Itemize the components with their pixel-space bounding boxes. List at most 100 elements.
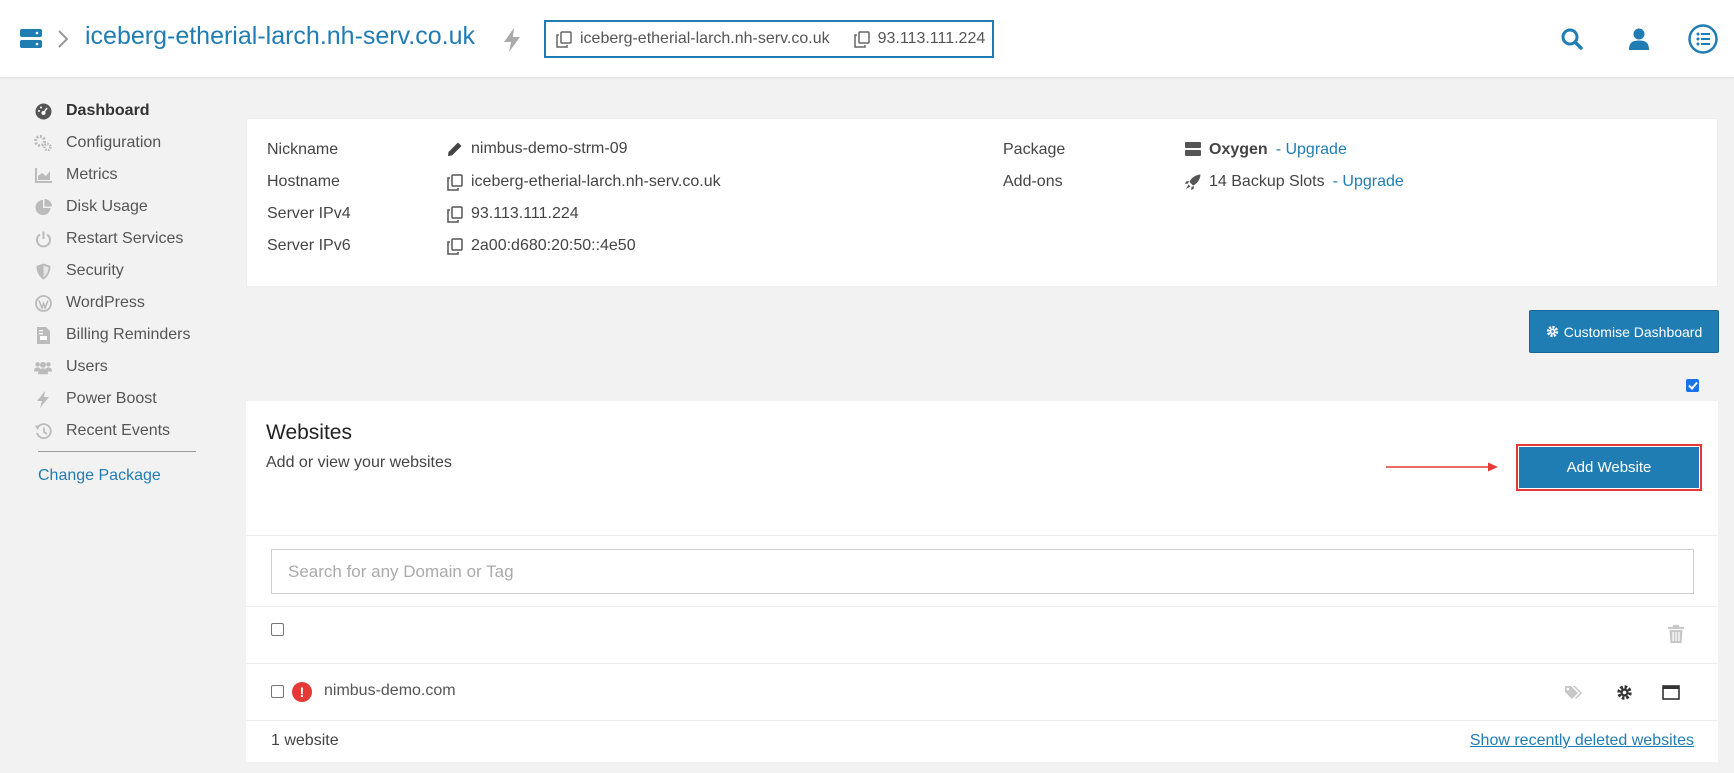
account-button[interactable] [1624, 24, 1654, 54]
package-value: Oxygen - Upgrade [1185, 139, 1347, 161]
show-deleted-websites-link[interactable]: Show recently deleted websites [1470, 732, 1694, 750]
websites-card: Websites Add or view your websites Add W… [246, 401, 1718, 762]
server-address-box: iceberg-etherial-larch.nh-serv.co.uk 93.… [544, 20, 994, 58]
search-icon [1561, 28, 1583, 50]
bolt-icon[interactable] [502, 28, 522, 52]
addons-value: 14 Backup Slots - Upgrade [1185, 171, 1404, 193]
top-bar: iceberg-etherial-larch.nh-serv.co.uk ice… [0, 0, 1734, 78]
sidebar-item-disk-usage[interactable]: Disk Usage [34, 193, 148, 221]
divider [246, 720, 1718, 721]
websites-title: Websites [266, 421, 352, 444]
customise-dashboard-label: Customise Dashboard [1563, 323, 1703, 340]
sidebar-item-configuration[interactable]: Configuration [34, 129, 161, 157]
invoice-icon [34, 326, 52, 344]
copy-icon[interactable] [447, 174, 463, 191]
server-icon [1185, 142, 1201, 158]
sidebar-item-label: Users [66, 358, 108, 375]
list-icon [1688, 24, 1718, 54]
sidebar-item-label: Recent Events [66, 422, 171, 439]
tags-icon [1565, 685, 1582, 699]
change-package-link[interactable]: Change Package [38, 467, 161, 485]
sidebar-item-label: Power Boost [66, 390, 157, 407]
website-settings-button[interactable] [1614, 682, 1634, 702]
copy-icon[interactable] [556, 30, 572, 48]
website-count: 1 website [271, 732, 339, 749]
check-icon [1687, 381, 1698, 390]
wordpress-icon [34, 294, 52, 312]
sidebar-item-label: Dashboard [66, 102, 150, 119]
sidebar-item-wordpress[interactable]: WordPress [34, 289, 145, 317]
bolt-icon [34, 390, 52, 408]
history-icon [34, 422, 52, 440]
select-all-checkbox[interactable] [271, 623, 284, 636]
website-row-checkbox[interactable] [271, 685, 284, 698]
customise-dashboard-button[interactable]: Customise Dashboard [1529, 310, 1719, 353]
divider [246, 535, 1718, 536]
addons-label: Add-ons [1003, 173, 1063, 190]
hostname-value: iceberg-etherial-larch.nh-serv.co.uk [447, 171, 721, 193]
gear-icon [1616, 684, 1632, 700]
sidebar-item-label: Billing Reminders [66, 326, 191, 343]
sidebar-divider [38, 451, 196, 452]
pie-icon [34, 198, 52, 216]
copy-icon[interactable] [447, 206, 463, 223]
nickname-label: Nickname [267, 141, 339, 158]
add-website-button[interactable]: Add Website [1519, 447, 1699, 488]
sidebar-item-recent-events[interactable]: Recent Events [34, 417, 170, 445]
copy-icon[interactable] [853, 30, 870, 48]
divider [246, 606, 1718, 607]
sidebar-item-label: Security [66, 262, 124, 279]
sidebar-item-label: Disk Usage [66, 198, 148, 215]
search-button[interactable] [1557, 24, 1587, 54]
sidebar-item-label: WordPress [66, 294, 145, 311]
sidebar-item-billing-reminders[interactable]: Billing Reminders [34, 321, 191, 349]
ipv6-value: 2a00:d680:20:50::4e50 [447, 235, 636, 257]
hostname-label: Hostname [267, 173, 340, 190]
gear-icon [1546, 325, 1558, 338]
header-hostname: iceberg-etherial-larch.nh-serv.co.uk [580, 30, 830, 47]
open-window-button[interactable] [1661, 682, 1681, 702]
server-info-card: Nickname nimbus-demo-strm-09 Hostname ic… [246, 118, 1718, 287]
sidebar-item-metrics[interactable]: Metrics [34, 161, 118, 189]
nickname-value[interactable]: nimbus-demo-strm-09 [447, 138, 627, 160]
dashboard-icon [34, 102, 52, 120]
ipv4-label: Server IPv4 [267, 205, 351, 222]
sidebar-item-security[interactable]: Security [34, 257, 124, 285]
sidebar-item-dashboard[interactable]: Dashboard [34, 97, 150, 125]
addons-upgrade-link[interactable]: - Upgrade [1333, 173, 1404, 191]
sidebar-item-label: Restart Services [66, 230, 184, 247]
package-label: Package [1003, 141, 1066, 158]
dashboard-widget-checkbox[interactable] [1686, 379, 1699, 392]
shield-icon [34, 262, 52, 280]
rocket-icon [1185, 174, 1201, 190]
sidebar-item-users[interactable]: Users [34, 353, 108, 381]
chevron-right-icon [58, 30, 69, 48]
window-icon [1662, 684, 1680, 700]
server-title[interactable]: iceberg-etherial-larch.nh-serv.co.uk [85, 22, 475, 51]
package-name: Oxygen [1209, 141, 1268, 158]
sidebar-item-power-boost[interactable]: Power Boost [34, 385, 157, 413]
warning-badge[interactable]: ! [292, 682, 312, 702]
addons-name: 14 Backup Slots [1209, 173, 1325, 190]
copy-icon[interactable] [447, 238, 463, 255]
ipv6-label: Server IPv6 [267, 237, 351, 254]
package-upgrade-link[interactable]: - Upgrade [1276, 141, 1347, 159]
domain-search-input[interactable] [271, 549, 1694, 594]
ipv4-value: 93.113.111.224 [447, 203, 579, 225]
sidebar-item-label: Metrics [66, 166, 118, 183]
power-icon [34, 230, 52, 248]
websites-subtitle: Add or view your websites [266, 454, 452, 471]
chart-icon [34, 166, 52, 184]
trash-icon[interactable] [1668, 625, 1684, 643]
server-icon[interactable] [20, 29, 42, 49]
pointer-arrow [1386, 462, 1498, 472]
divider [246, 663, 1718, 664]
tags-button[interactable] [1564, 682, 1584, 702]
sidebar-item-restart-services[interactable]: Restart Services [34, 225, 183, 253]
sidebar-item-label: Configuration [66, 134, 162, 151]
menu-button[interactable] [1688, 24, 1718, 54]
user-icon [1629, 28, 1649, 50]
pencil-icon[interactable] [447, 141, 463, 157]
website-domain[interactable]: nimbus-demo.com [324, 682, 456, 700]
cogs-icon [34, 134, 52, 152]
